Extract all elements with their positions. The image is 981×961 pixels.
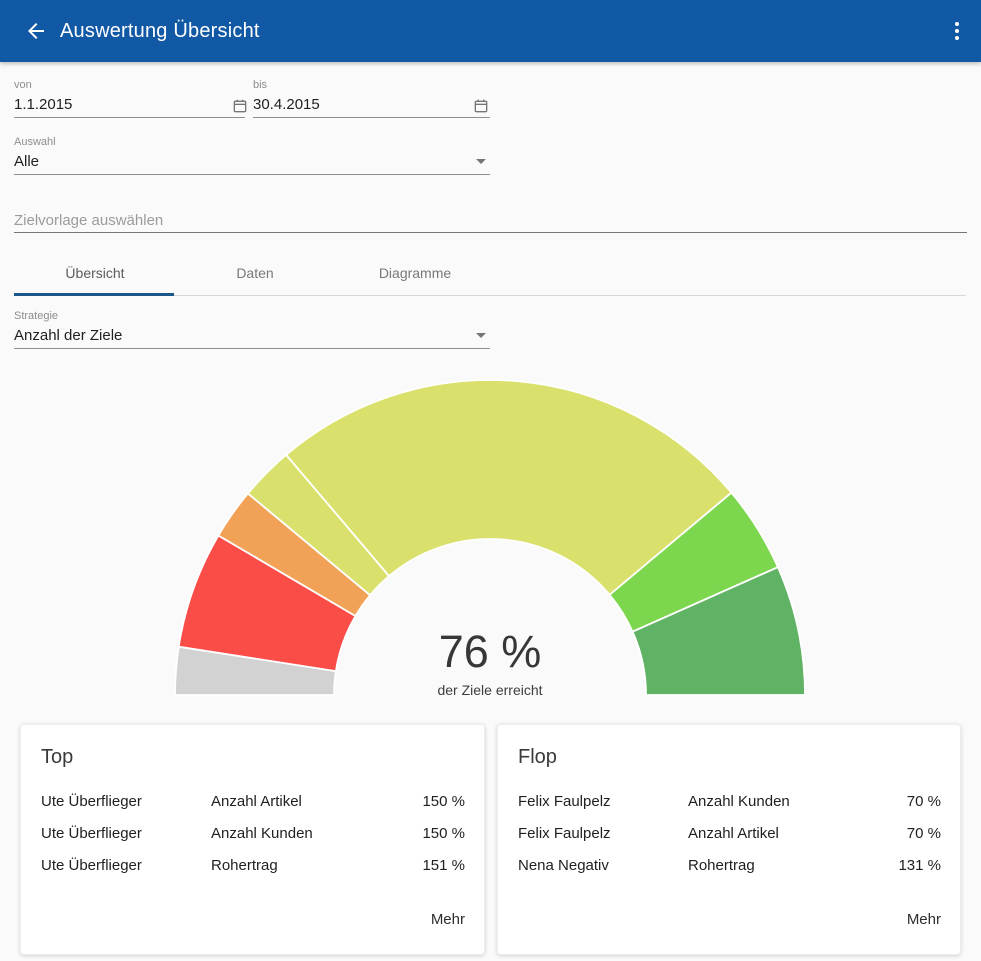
row-metric: Rohertrag bbox=[688, 857, 898, 874]
back-arrow-icon[interactable] bbox=[24, 19, 48, 43]
auswahl-select[interactable]: Alle bbox=[14, 146, 490, 174]
zielvorlage-placeholder: Zielvorlage auswählen bbox=[14, 212, 163, 229]
table-row: Ute ÜberfliegerRohertrag151 % bbox=[21, 849, 484, 881]
chevron-down-icon bbox=[476, 333, 486, 338]
table-row: Felix FaulpelzAnzahl Kunden70 % bbox=[498, 785, 960, 817]
zielvorlage-underline bbox=[14, 232, 967, 233]
row-metric: Anzahl Artikel bbox=[688, 825, 907, 842]
row-value: 150 % bbox=[422, 825, 465, 842]
auswahl-underline bbox=[14, 174, 490, 175]
row-name: Felix Faulpelz bbox=[518, 825, 688, 842]
flop-card: Flop Felix FaulpelzAnzahl Kunden70 %Feli… bbox=[497, 724, 961, 955]
top-card-rows: Ute ÜberfliegerAnzahl Artikel150 %Ute Üb… bbox=[21, 785, 484, 881]
row-name: Ute Überflieger bbox=[41, 793, 211, 810]
row-metric: Anzahl Kunden bbox=[688, 793, 907, 810]
calendar-icon[interactable] bbox=[232, 98, 248, 114]
von-date-field[interactable]: 1.1.2015 bbox=[14, 96, 72, 113]
von-underline bbox=[14, 117, 245, 118]
row-name: Ute Überflieger bbox=[41, 857, 211, 874]
tab-bar: Übersicht Daten Diagramme bbox=[15, 250, 495, 296]
row-name: Nena Negativ bbox=[518, 857, 688, 874]
strategie-value: Anzahl der Ziele bbox=[14, 327, 122, 344]
row-name: Ute Überflieger bbox=[41, 825, 211, 842]
table-row: Ute ÜberfliegerAnzahl Kunden150 % bbox=[21, 817, 484, 849]
row-value: 70 % bbox=[907, 825, 941, 842]
auswahl-value: Alle bbox=[14, 153, 39, 170]
row-value: 151 % bbox=[422, 857, 465, 874]
row-value: 150 % bbox=[422, 793, 465, 810]
zielvorlage-select[interactable]: Zielvorlage auswählen bbox=[14, 204, 967, 232]
row-metric: Rohertrag bbox=[211, 857, 422, 874]
bis-date-field[interactable]: 30.4.2015 bbox=[253, 96, 320, 113]
gauge-center-label: der Ziele erreicht bbox=[340, 682, 640, 698]
table-row: Ute ÜberfliegerAnzahl Artikel150 % bbox=[21, 785, 484, 817]
tab-daten[interactable]: Daten bbox=[175, 250, 335, 296]
strategie-select[interactable]: Anzahl der Ziele bbox=[14, 320, 490, 348]
row-metric: Anzahl Kunden bbox=[211, 825, 422, 842]
row-value: 70 % bbox=[907, 793, 941, 810]
flop-card-title: Flop bbox=[518, 746, 557, 769]
table-row: Felix FaulpelzAnzahl Artikel70 % bbox=[498, 817, 960, 849]
flop-card-rows: Felix FaulpelzAnzahl Kunden70 %Felix Fau… bbox=[498, 785, 960, 881]
tab-diagramme[interactable]: Diagramme bbox=[335, 250, 495, 296]
row-name: Felix Faulpelz bbox=[518, 793, 688, 810]
bis-label: bis bbox=[253, 79, 267, 91]
chevron-down-icon bbox=[476, 159, 486, 164]
gauge-center-value: 76 % bbox=[340, 626, 640, 678]
more-vert-icon[interactable] bbox=[945, 19, 969, 43]
von-label: von bbox=[14, 79, 32, 91]
strategie-underline bbox=[14, 348, 490, 349]
app-bar: Auswertung Übersicht bbox=[0, 0, 981, 62]
tab-uebersicht[interactable]: Übersicht bbox=[15, 250, 175, 296]
row-metric: Anzahl Artikel bbox=[211, 793, 422, 810]
row-value: 131 % bbox=[898, 857, 941, 874]
flop-more-button[interactable]: Mehr bbox=[907, 911, 941, 928]
top-card-title: Top bbox=[41, 746, 73, 769]
table-row: Nena NegativRohertrag131 % bbox=[498, 849, 960, 881]
calendar-icon[interactable] bbox=[473, 98, 489, 114]
page-title: Auswertung Übersicht bbox=[60, 20, 260, 43]
top-more-button[interactable]: Mehr bbox=[431, 911, 465, 928]
top-card: Top Ute ÜberfliegerAnzahl Artikel150 %Ut… bbox=[20, 724, 485, 955]
active-tab-indicator bbox=[14, 293, 174, 296]
bis-underline bbox=[253, 117, 490, 118]
